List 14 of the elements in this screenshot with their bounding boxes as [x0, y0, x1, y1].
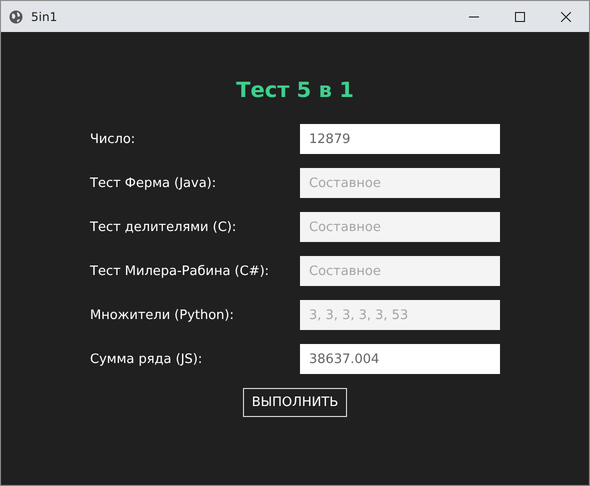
close-icon [561, 12, 571, 22]
input-field[interactable]: 12879 [300, 124, 500, 154]
app-heading: Тест 5 в 1 [236, 78, 354, 102]
run-button[interactable]: ВЫПОЛНИТЬ [242, 388, 348, 417]
input-field[interactable]: 38637.004 [300, 344, 500, 374]
field-label: Тест Милера-Рабина (C#): [90, 264, 270, 278]
globe-icon [9, 10, 23, 24]
field-label: Сумма ряда (JS): [90, 352, 202, 366]
window-title: 5in1 [31, 10, 58, 24]
field-label: Число: [90, 132, 136, 146]
field-label: Множители (Python): [90, 308, 234, 322]
maximize-icon [515, 12, 525, 22]
field-label: Тест Ферма (Java): [90, 176, 216, 190]
field-label: Тест делителями (C): [90, 220, 236, 234]
